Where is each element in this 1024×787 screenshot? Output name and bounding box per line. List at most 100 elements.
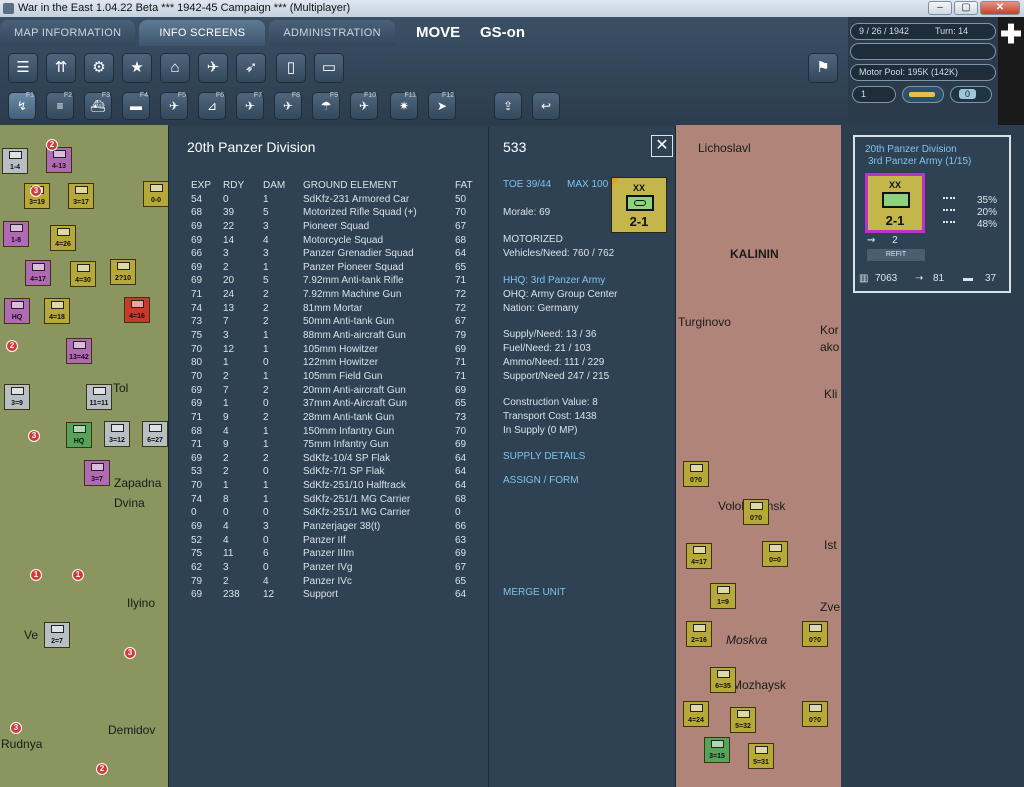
unit-counter[interactable]: 3=12 — [104, 421, 130, 447]
assign-form-link[interactable]: ASSIGN / FORM — [503, 475, 579, 486]
merge-unit-link[interactable]: MERGE UNIT — [503, 587, 566, 598]
tab-info-screens[interactable]: INFO SCREENS — [139, 20, 266, 46]
table-row[interactable]: 70 12 1 105mm Howitzer 69 — [191, 343, 481, 357]
table-row[interactable]: 66 3 3 Panzer Grenadier Squad 64 — [191, 247, 481, 261]
unit-counter[interactable]: 0?0 — [802, 621, 828, 647]
unit-counter[interactable]: 1-8 — [3, 221, 29, 247]
table-row[interactable]: 69 14 4 Motorcycle Squad 68 — [191, 234, 481, 248]
refit-button[interactable]: REFIT — [867, 249, 925, 261]
value-display[interactable]: 0 — [950, 86, 992, 103]
unit-counter-large[interactable]: XX 2-1 — [611, 177, 667, 233]
unit-counter[interactable]: 0-0 — [143, 181, 169, 207]
move-mode-label[interactable]: MOVE — [416, 24, 460, 41]
table-row[interactable]: 69 4 3 Panzerjager 38(t) 66 — [191, 520, 481, 534]
air-recon-icon[interactable]: ✈ F5 — [160, 92, 188, 120]
tab-map-information[interactable]: MAP INFORMATION — [0, 20, 136, 46]
flag-icon[interactable]: ⚑ — [808, 53, 838, 83]
unit-counter[interactable]: 4=30 — [70, 261, 96, 287]
air-attack-icon[interactable]: ✈ F10 — [350, 92, 378, 120]
unit-counter[interactable]: HQ — [66, 422, 92, 448]
document-icon[interactable]: ▭ — [314, 53, 344, 83]
air-transport-icon[interactable]: ✈ F7 — [236, 92, 264, 120]
explosion-icon[interactable]: ✷ F11 — [390, 92, 418, 120]
unit-counter[interactable]: 0?0 — [802, 701, 828, 727]
table-row[interactable]: 74 13 2 81mm Mortar 72 — [191, 302, 481, 316]
unit-counter[interactable]: 0?0 — [683, 461, 709, 487]
bombing-icon[interactable]: ✈ F8 — [274, 92, 302, 120]
table-row[interactable]: 71 9 2 28mm Anti-tank Gun 73 — [191, 411, 481, 425]
naval-icon[interactable]: ⛴ F3 — [84, 92, 112, 120]
table-row[interactable]: 68 4 1 150mm Infantry Gun 70 — [191, 425, 481, 439]
artillery-icon[interactable]: ➶ — [236, 53, 266, 83]
table-row[interactable]: 69 20 5 7.92mm Anti-tank Rifle 71 — [191, 274, 481, 288]
paradrop-icon[interactable]: ☂ F9 — [312, 92, 340, 120]
table-row[interactable]: 54 0 1 SdKfz-231 Armored Car 50 — [191, 193, 481, 207]
unit-counter[interactable]: 0=0 — [762, 541, 788, 567]
upload-icon[interactable]: ⇪ — [494, 92, 522, 120]
table-row[interactable]: 79 2 4 Panzer IVc 65 — [191, 575, 481, 589]
unit-counter[interactable]: 2=7 — [44, 622, 70, 648]
supply-toggle[interactable] — [902, 86, 944, 103]
move-icon[interactable]: ↯ F1 — [8, 92, 36, 120]
unit-counter[interactable]: 4=17 — [686, 543, 712, 569]
ship-icon[interactable]: ▬ F4 — [122, 92, 150, 120]
unit-counter[interactable]: 6=35 — [710, 667, 736, 693]
units-icon[interactable]: ⇈ — [46, 53, 76, 83]
airfield-icon[interactable]: ⊿ F6 — [198, 92, 226, 120]
unit-counter[interactable]: HQ — [4, 298, 30, 324]
card-unit-name[interactable]: 20th Panzer Division — [865, 144, 957, 155]
card-unit-counter[interactable]: XX 2-1 — [865, 173, 925, 233]
table-row[interactable]: 70 2 1 105mm Field Gun 71 — [191, 370, 481, 384]
gear-icon[interactable]: ⚙ — [84, 53, 114, 83]
rail-move-icon[interactable]: ≡ F2 — [46, 92, 74, 120]
table-row[interactable]: 62 3 0 Panzer IVg 67 — [191, 561, 481, 575]
unit-counter[interactable]: 11=11 — [86, 384, 112, 410]
unit-counter[interactable]: 3=7 — [84, 460, 110, 486]
table-row[interactable]: 75 3 1 88mm Anti-aircraft Gun 79 — [191, 329, 481, 343]
table-row[interactable]: 75 11 6 Panzer IIIm 69 — [191, 547, 481, 561]
table-row[interactable]: 69 7 2 20mm Anti-aircraft Gun 69 — [191, 384, 481, 398]
gs-mode-label[interactable]: GS-on — [480, 24, 525, 41]
table-row[interactable]: 69 22 3 Pioneer Squad 67 — [191, 220, 481, 234]
table-row[interactable]: 70 1 1 SdKfz-251/10 Halftrack 64 — [191, 479, 481, 493]
unit-counter[interactable]: 4=24 — [683, 701, 709, 727]
unit-counter[interactable]: 2=16 — [686, 621, 712, 647]
maximize-button[interactable]: ▢ — [954, 1, 978, 15]
table-row[interactable]: 73 7 2 50mm Anti-tank Gun 67 — [191, 315, 481, 329]
unit-counter[interactable]: 3=15 — [704, 737, 730, 763]
hhq-link[interactable]: HHQ: 3rd Panzer Army — [503, 275, 605, 286]
unit-counter[interactable]: 4=17 — [25, 260, 51, 286]
unit-counter[interactable]: 6=27 — [142, 421, 168, 447]
table-row[interactable]: 52 4 0 Panzer IIf 63 — [191, 534, 481, 548]
factory-icon[interactable]: ⌂ — [160, 53, 190, 83]
list-icon[interactable]: ☰ — [8, 53, 38, 83]
tab-administration[interactable]: ADMINISTRATION — [269, 20, 395, 46]
unit-counter[interactable]: 1=9 — [710, 583, 736, 609]
table-row[interactable]: 0 0 0 SdKfz-251/1 MG Carrier 0 — [191, 506, 481, 520]
panel-close-button[interactable]: ✕ — [651, 135, 673, 157]
unit-counter[interactable]: 5=32 — [730, 707, 756, 733]
table-row[interactable]: 74 8 1 SdKfz-251/1 MG Carrier 68 — [191, 493, 481, 507]
rail-icon[interactable]: ▯ — [276, 53, 306, 83]
table-row[interactable]: 71 24 2 7.92mm Machine Gun 72 — [191, 288, 481, 302]
unit-counter[interactable]: 5=31 — [748, 743, 774, 769]
minimize-button[interactable]: – — [928, 1, 952, 15]
table-row[interactable]: 69 2 1 Panzer Pioneer Squad 65 — [191, 261, 481, 275]
unit-counter[interactable]: 1-4 — [2, 148, 28, 174]
unit-counter[interactable]: 3=17 — [68, 183, 94, 209]
close-window-button[interactable]: ✕ — [980, 1, 1020, 15]
table-row[interactable]: 68 39 5 Motorized Rifle Squad (+) 70 — [191, 206, 481, 220]
unit-counter[interactable]: 3=9 — [4, 384, 30, 410]
table-row[interactable]: 80 1 0 122mm Howitzer 71 — [191, 356, 481, 370]
table-row[interactable]: 69 2 2 SdKfz-10/4 SP Flak 64 — [191, 452, 481, 466]
table-row[interactable]: 53 2 0 SdKfz-7/1 SP Flak 64 — [191, 465, 481, 479]
undo-icon[interactable]: ↩ — [532, 92, 560, 120]
unit-counter[interactable]: 4=26 — [50, 225, 76, 251]
table-row[interactable]: 71 9 1 75mm Infantry Gun 69 — [191, 438, 481, 452]
supply-details-link[interactable]: SUPPLY DETAILS — [503, 451, 585, 462]
table-row[interactable]: 69 1 0 37mm Anti-Aircraft Gun 65 — [191, 397, 481, 411]
next-unit-icon[interactable]: ➤ F12 — [428, 92, 456, 120]
star-icon[interactable]: ★ — [122, 53, 152, 83]
table-row[interactable]: 69 238 12 Support 64 — [191, 588, 481, 602]
unit-counter[interactable]: 0?0 — [743, 499, 769, 525]
